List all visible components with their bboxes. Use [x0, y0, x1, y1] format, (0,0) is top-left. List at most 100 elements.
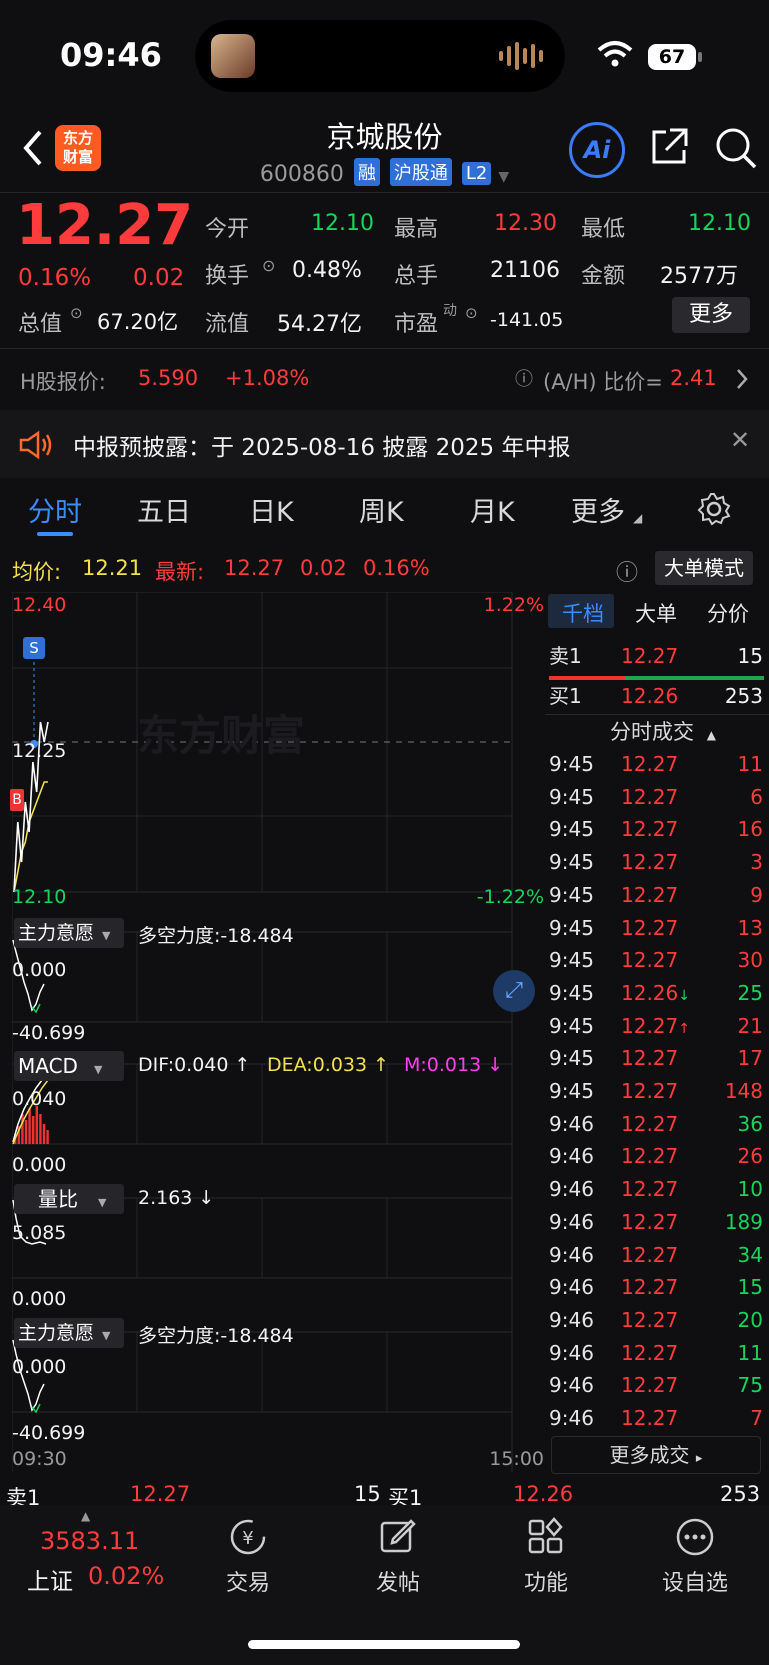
- ai-button[interactable]: Ai: [569, 122, 625, 178]
- tick-row: 9:45 12.27 17: [545, 1042, 763, 1075]
- volume-ratio-top: 5.085: [12, 1222, 67, 1244]
- search-icon[interactable]: [714, 126, 758, 170]
- tag-hk-connect: 沪股通: [389, 158, 452, 186]
- tick-time: 9:46: [549, 1209, 594, 1234]
- tab-big-orders[interactable]: 大单: [635, 598, 677, 628]
- price-axis-top: 12.40: [12, 594, 67, 616]
- open-value: 12.10: [311, 211, 374, 236]
- bottom-quote-strip[interactable]: 卖1 12.27 15 买1 12.26 253: [0, 1480, 769, 1506]
- tab-price-dist[interactable]: 分价: [707, 598, 749, 628]
- volume-ratio-select[interactable]: 量比 ▼: [14, 1184, 124, 1214]
- index-value[interactable]: 3583.11: [40, 1527, 139, 1555]
- notice-banner[interactable]: 中报预披露：于 2025-08-16 披露 2025 年中报 ✕: [0, 410, 769, 478]
- help-icon[interactable]: ⓘ: [515, 365, 533, 391]
- sell-marker[interactable]: S: [23, 637, 45, 659]
- intraday-chart[interactable]: 12.40 1.22% 12.25 12.10 -1.22% 东方财富 S B …: [10, 592, 544, 1472]
- tick-time: 9:45: [549, 1046, 594, 1071]
- dynamic-island[interactable]: [195, 20, 565, 92]
- tab-intraday[interactable]: 分时: [28, 490, 82, 529]
- caret-down-icon: ▼: [102, 929, 111, 942]
- index-name[interactable]: 上证: [27, 1562, 73, 1596]
- close-icon[interactable]: ✕: [730, 426, 750, 454]
- avg-value: 12.21: [82, 556, 143, 580]
- latest-change: 0.02: [300, 556, 347, 580]
- caret-down-icon: ▼: [102, 1329, 111, 1342]
- latest-label: 最新:: [155, 560, 205, 584]
- tick-volume: 13: [737, 915, 763, 940]
- bottom-buy-volume: 253: [720, 1482, 761, 1506]
- indicator2-select[interactable]: 主力意愿 ▼: [14, 1318, 124, 1348]
- turnover-value: 0.48%: [292, 258, 362, 283]
- tab-depth[interactable]: 千档: [562, 598, 604, 628]
- volume-ratio-value: 2.163 ↓: [138, 1187, 215, 1209]
- tick-volume: 75: [737, 1373, 763, 1398]
- macd-select[interactable]: MACD ▼: [14, 1051, 124, 1081]
- battery-tip: [698, 52, 702, 62]
- buy1-label: 买1: [549, 684, 582, 708]
- tab-weekly-k[interactable]: 周K: [359, 490, 404, 529]
- h-share-row[interactable]: H股报价: 5.590 +1.08% ⓘ (A/H) 比价= 2.41: [0, 352, 769, 402]
- settings-gear-icon[interactable]: [697, 492, 731, 526]
- ah-ratio-value: 2.41: [670, 366, 717, 390]
- info-dots-icon[interactable]: ⊙: [465, 304, 478, 322]
- help-icon[interactable]: ⓘ: [616, 555, 638, 587]
- more-button[interactable]: 更多: [672, 297, 750, 333]
- expand-icon[interactable]: ⤢: [493, 970, 535, 1012]
- index-pct[interactable]: 0.02%: [88, 1562, 164, 1590]
- tick-volume: 15: [737, 1275, 763, 1300]
- indicator1-select[interactable]: 主力意愿 ▼: [14, 918, 124, 948]
- tab-daily-k[interactable]: 日K: [249, 490, 294, 529]
- latest-pct: 0.16%: [363, 556, 430, 580]
- current-price: 12.27: [16, 193, 194, 258]
- sell1-row[interactable]: 卖1 12.27 15: [545, 640, 763, 673]
- tick-price: 12.27: [621, 1046, 679, 1071]
- tick-volume: 10: [737, 1177, 763, 1202]
- buy1-row[interactable]: 买1 12.26 253: [545, 680, 763, 713]
- nav-watchlist[interactable]: 设自选: [640, 1515, 750, 1597]
- info-dots-icon[interactable]: ⊙: [262, 256, 275, 275]
- big-order-mode-button[interactable]: 大单模式: [655, 551, 753, 585]
- price-axis-bottom: 12.10: [12, 886, 67, 908]
- tick-row: 9:45 12.27 13: [545, 912, 763, 945]
- caret-icon: ◢: [633, 511, 643, 525]
- now-playing-artwork: [211, 34, 255, 78]
- nav-post[interactable]: 发帖: [343, 1515, 453, 1597]
- tick-time: 9:45: [549, 1079, 594, 1103]
- buy-marker[interactable]: B: [10, 789, 24, 811]
- tick-row: 9:46 12.27 10: [545, 1173, 763, 1206]
- tick-volume: 11: [737, 1340, 763, 1365]
- tab-more[interactable]: 更多: [571, 490, 625, 529]
- home-indicator[interactable]: [248, 1640, 520, 1649]
- ticks-title[interactable]: 分时成交 ▲: [610, 716, 716, 746]
- indicator2-top: 0.000: [12, 1356, 67, 1378]
- tick-row: 9:46 12.27 26: [545, 1140, 763, 1173]
- tick-time: 9:46: [549, 1406, 594, 1430]
- share-icon[interactable]: [648, 126, 690, 168]
- nav-features[interactable]: 功能: [491, 1515, 601, 1597]
- macd-bar: [42, 1124, 46, 1144]
- tick-time: 9:45: [549, 948, 594, 973]
- info-dots-icon[interactable]: ⊙: [70, 304, 83, 322]
- tick-time: 9:46: [549, 1275, 594, 1300]
- tick-row: 9:45 12.26↓ 25: [545, 977, 763, 1010]
- bottom-sell-label: 卖1: [6, 1486, 41, 1506]
- nav-trade[interactable]: ¥ 交易: [193, 1515, 303, 1597]
- tick-row: 9:46 12.27 34: [545, 1239, 763, 1272]
- h-share-price: 5.590: [138, 366, 199, 390]
- nav-post-label: 发帖: [375, 1571, 420, 1596]
- tick-time: 9:45: [549, 915, 594, 940]
- mktcap-value: 67.20亿: [97, 310, 179, 334]
- ticks-list: 9:45 12.27 11 9:45 12.27 6 9:45 12.27 16 9:45 12.2…: [545, 748, 769, 1438]
- grid-apps-icon: [528, 1517, 563, 1554]
- ah-ratio-label: (A/H) 比价=: [543, 370, 663, 394]
- tag-margin: 融: [353, 158, 380, 186]
- tab-monthly-k[interactable]: 月K: [470, 490, 515, 529]
- nav-watchlist-label: 设自选: [661, 1571, 728, 1596]
- caret-up-icon[interactable]: ▲: [81, 1509, 90, 1523]
- chevron-right-icon: [737, 369, 748, 389]
- more-trades-button[interactable]: 更多成交 ▸: [551, 1436, 761, 1474]
- tick-time: 9:46: [549, 1144, 594, 1169]
- tab-five-day[interactable]: 五日: [137, 490, 191, 529]
- indicator1-name: 主力意愿: [18, 922, 95, 944]
- tick-price: 12.27: [621, 1079, 679, 1103]
